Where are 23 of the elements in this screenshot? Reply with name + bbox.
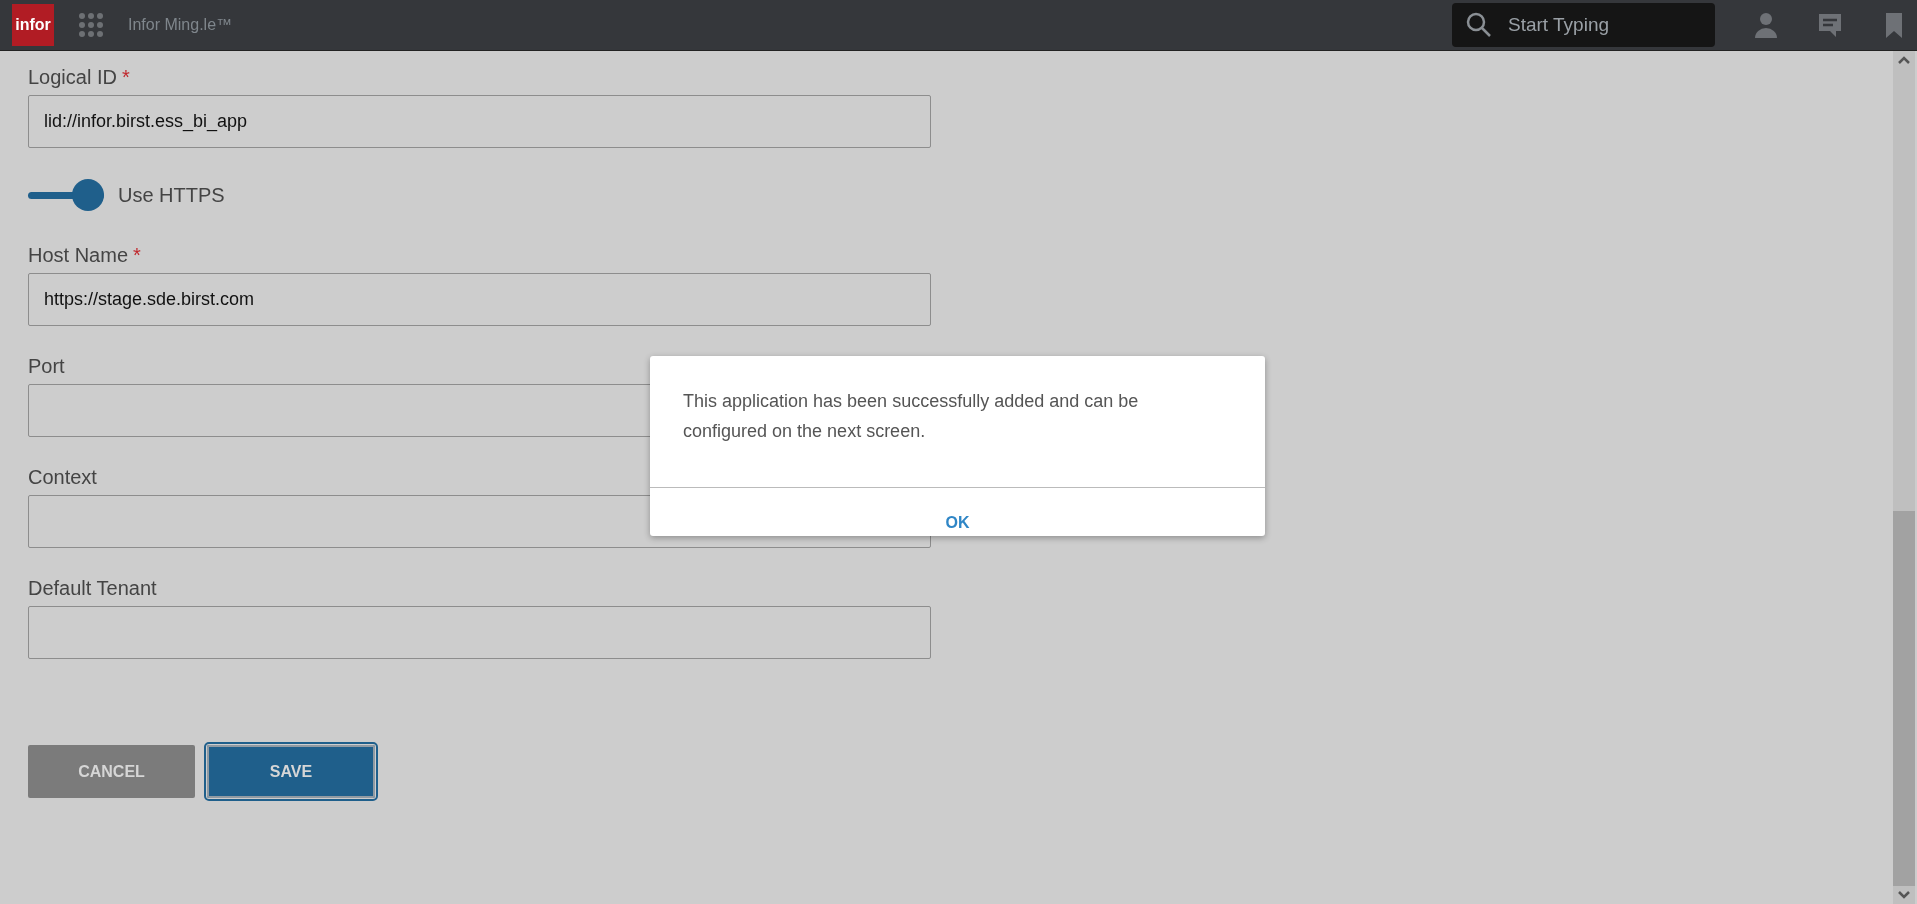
infor-logo[interactable]: infor	[12, 4, 54, 46]
field-label: Host Name	[28, 244, 129, 266]
field-label: Logical ID	[28, 66, 117, 88]
field-label: Default Tenant	[28, 577, 157, 599]
search-icon	[1466, 12, 1492, 38]
text-field[interactable]: lid://infor.birst.ess_bi_app	[28, 95, 931, 148]
dialog-message: This application has been successfully added and can be configured on the next screen.	[682, 390, 1140, 443]
app-grid-icon[interactable]	[79, 13, 103, 37]
toggle-switch[interactable]	[28, 177, 104, 213]
save-button[interactable]: SAVE	[207, 745, 375, 798]
scrollbar-thumb[interactable]	[1893, 511, 1915, 886]
text-field[interactable]: https://stage.sde.birst.com	[28, 273, 931, 326]
required-mark: *	[133, 244, 141, 266]
field-label: Port	[28, 355, 65, 377]
required-mark: *	[121, 66, 130, 88]
person-icon[interactable]	[1753, 12, 1779, 38]
ok-button[interactable]: OK	[933, 510, 982, 536]
text-field[interactable]	[28, 606, 931, 659]
chat-icon[interactable]	[1817, 12, 1843, 38]
search-field[interactable]: Start Typing	[1452, 3, 1715, 47]
toggle-label: Use HTTPS	[118, 183, 225, 207]
app-title: Infor Ming.le™	[128, 16, 233, 34]
field-label: Context	[28, 466, 97, 488]
